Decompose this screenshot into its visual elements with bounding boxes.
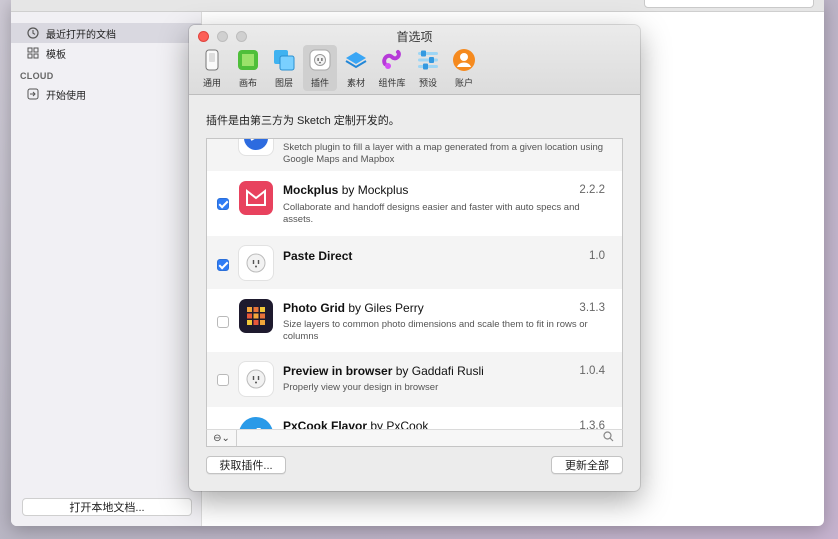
search-field[interactable]: [644, 0, 814, 8]
plug-icon: [239, 362, 273, 396]
plugin-list-footer: ⊖⌄: [206, 429, 623, 447]
tab-libraries[interactable]: 组件库: [375, 45, 409, 91]
sidebar-item-templates[interactable]: 模板: [11, 43, 201, 63]
account-icon: [452, 48, 476, 72]
tab-label: 预设: [418, 78, 437, 88]
plugin-row[interactable]: Paste Direct 1.0: [207, 236, 622, 289]
tab-label: 画布: [238, 78, 257, 88]
plugin-version: 1.0: [589, 250, 605, 262]
tab-label: 插件: [310, 78, 329, 88]
tab-label: 素材: [346, 78, 365, 88]
clock-icon: [27, 27, 39, 39]
plugin-title: Paste Direct: [283, 249, 353, 263]
window-title: 首选项: [396, 30, 433, 44]
plugin-description: Size layers to common photo dimensions a…: [283, 319, 588, 342]
tab-account[interactable]: 账户: [447, 45, 481, 91]
map-plugin-icon: [239, 139, 273, 155]
plugin-name: Mockplus by Mockplus: [283, 183, 408, 197]
plugin-checkbox[interactable]: [217, 259, 229, 271]
plugin-name: Photo Grid by Giles Perry: [283, 301, 424, 315]
tab-general[interactable]: 通用: [195, 45, 229, 91]
tab-label: 账户: [454, 78, 473, 88]
plugin-title: Mockplus: [283, 183, 339, 197]
plugin-description: Collaborate and handoff designs easier a…: [283, 202, 580, 225]
plugin-checkbox[interactable]: [217, 374, 229, 386]
plugin-author: by Gaddafi Rusli: [395, 364, 484, 378]
plugin-description: Sketch plugin to fill a layer with a map…: [283, 142, 604, 165]
plugin-description: Properly view your design in browser: [283, 382, 439, 393]
sidebar-item-label: 开始使用: [46, 90, 86, 102]
window-toolbar: [11, 0, 824, 12]
plugin-list[interactable]: Sketch plugin to fill a layer with a map…: [206, 138, 623, 430]
get-plugins-button[interactable]: 获取插件...: [206, 456, 286, 474]
filter-menu-button[interactable]: ⊖⌄: [207, 430, 237, 446]
filter-label: ⊖⌄: [213, 432, 230, 444]
plugin-row[interactable]: Preview in browser by Gaddafi Rusli 1.0.…: [207, 352, 622, 407]
sidebar-item-recent[interactable]: 最近打开的文档: [11, 23, 201, 43]
mockplus-icon: [239, 181, 273, 215]
plugin-title: Preview in browser: [283, 364, 393, 378]
plugin-checkbox[interactable]: [217, 198, 229, 210]
presets-icon: [416, 48, 440, 72]
canvas-icon: [236, 48, 260, 72]
tab-layers[interactable]: 图层: [267, 45, 301, 91]
plugin-name: Paste Direct: [283, 249, 352, 263]
plugin-name: Preview in browser by Gaddafi Rusli: [283, 364, 484, 378]
plugin-checkbox[interactable]: [217, 316, 229, 328]
plugin-version: 3.1.3: [579, 302, 605, 314]
update-all-button[interactable]: 更新全部: [551, 456, 623, 474]
photo-grid-icon: [239, 299, 273, 333]
layers-icon: [272, 48, 296, 72]
sidebar-item-label: 最近打开的文档: [46, 29, 116, 41]
grid-icon: [27, 47, 39, 59]
plugin-version: 2.2.2: [579, 184, 605, 196]
tab-presets[interactable]: 预设: [411, 45, 445, 91]
plugins-description: 插件是由第三方为 Sketch 定制开发的。: [206, 115, 400, 127]
tab-plugins[interactable]: 插件: [303, 45, 337, 91]
library-icon: [380, 48, 404, 72]
plugin-row[interactable]: PxCook Flavor by PxCook 1.3.6: [207, 407, 622, 429]
open-local-document-button[interactable]: 打开本地文档...: [22, 498, 192, 516]
search-icon[interactable]: [603, 431, 614, 445]
sidebar-item-label: 模板: [46, 49, 66, 61]
assets-icon: [344, 48, 368, 72]
tab-canvas[interactable]: 画布: [231, 45, 265, 91]
phone-icon: [200, 48, 224, 72]
plugin-author: by Mockplus: [341, 183, 409, 197]
plugin-row[interactable]: Mockplus by Mockplus 2.2.2 Collaborate a…: [207, 171, 622, 236]
sidebar-section-heading: CLOUD: [20, 71, 54, 81]
tab-assets[interactable]: 素材: [339, 45, 373, 91]
sidebar-item-get-started[interactable]: 开始使用: [11, 84, 201, 104]
plug-icon: [239, 246, 273, 280]
tab-label: 图层: [274, 78, 293, 88]
preferences-toolbar: 通用 画布 图层 插件 素材 组件库 预设 账户: [195, 45, 481, 91]
preferences-window: 首选项 通用 画布 图层 插件 素材 组件库 预设 账户 插件是由第三方为 Sk…: [189, 25, 640, 491]
plugin-version: 1.0.4: [579, 365, 605, 377]
tab-label: 组件库: [378, 78, 406, 88]
preferences-titlebar: 首选项 通用 画布 图层 插件 素材 组件库 预设 账户: [189, 25, 640, 95]
plugin-title: Photo Grid: [283, 301, 345, 315]
plugin-author: by Giles Perry: [348, 301, 424, 315]
arrow-in-icon: [27, 88, 39, 100]
plug-icon: [308, 48, 332, 72]
plugin-row[interactable]: Sketch plugin to fill a layer with a map…: [207, 139, 622, 171]
plugin-row[interactable]: Photo Grid by Giles Perry 3.1.3 Size lay…: [207, 289, 622, 352]
sidebar: 最近打开的文档 模板 CLOUD 开始使用 打开本地文档...: [11, 12, 202, 526]
tab-label: 通用: [202, 78, 221, 88]
